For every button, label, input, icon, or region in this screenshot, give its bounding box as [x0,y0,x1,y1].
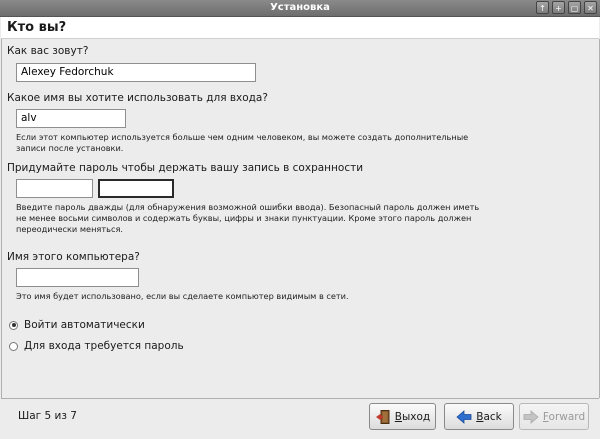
auto-login-option[interactable]: Войти автоматически [9,319,145,331]
login-hint-line-1: Если этот компьютер используется больше … [16,132,469,142]
password-confirm-input[interactable] [98,179,174,198]
arrow-up-icon[interactable]: ↑ [536,1,549,14]
footer-separator [1,398,599,399]
maximize-icon[interactable]: ▢ [568,1,581,14]
auto-login-label: Войти автоматически [24,319,145,331]
page-header: Кто вы? [1,17,599,39]
hostname-label: Имя этого компьютера? [7,251,140,263]
exit-door-icon [375,409,390,424]
password-hint-line-3: переодически меняться. [16,224,123,234]
window-controls: ↑ + ▢ ✕ [536,1,597,14]
name-label: Как вас зовут? [7,45,89,57]
full-name-input[interactable]: Alexey Fedorchuk [16,63,256,82]
quit-button[interactable]: Выход [369,403,436,430]
password-hint-line-2: не менее восьми символов и содержать бук… [16,213,472,223]
back-arrow-icon [456,409,472,424]
step-indicator: Шаг 5 из 7 [18,410,77,422]
window-title: Установка [270,2,330,13]
close-icon[interactable]: ✕ [584,1,597,14]
page-title: Кто вы? [7,20,67,35]
password-login-label: Для входа требуется пароль [24,340,184,352]
login-input[interactable]: alv [16,109,126,128]
back-button[interactable]: Back [444,403,514,430]
password-login-option[interactable]: Для входа требуется пароль [9,340,184,352]
hostname-input[interactable] [16,268,139,287]
forward-arrow-icon [523,409,539,424]
forward-button[interactable]: Forward [519,403,589,430]
password-hint-line-1: Введите пароль дважды (для обнаружения в… [16,202,480,212]
password-login-radio[interactable] [9,341,18,351]
plus-icon[interactable]: + [552,1,565,14]
window-titlebar: Установка ↑ + ▢ ✕ [0,0,600,17]
password-input[interactable] [16,179,93,198]
password-label: Придумайте пароль чтобы держать вашу зап… [7,162,364,174]
quit-label: Выход [394,410,431,423]
forward-label: Forward [542,410,586,423]
login-label: Какое имя вы хотите использовать для вхо… [7,92,268,104]
hostname-hint: Это имя будет использовано, если вы сдел… [16,291,349,301]
login-hint-line-2: записи после установки. [16,143,124,153]
back-label: Back [476,410,502,423]
auto-login-radio[interactable] [9,320,18,330]
